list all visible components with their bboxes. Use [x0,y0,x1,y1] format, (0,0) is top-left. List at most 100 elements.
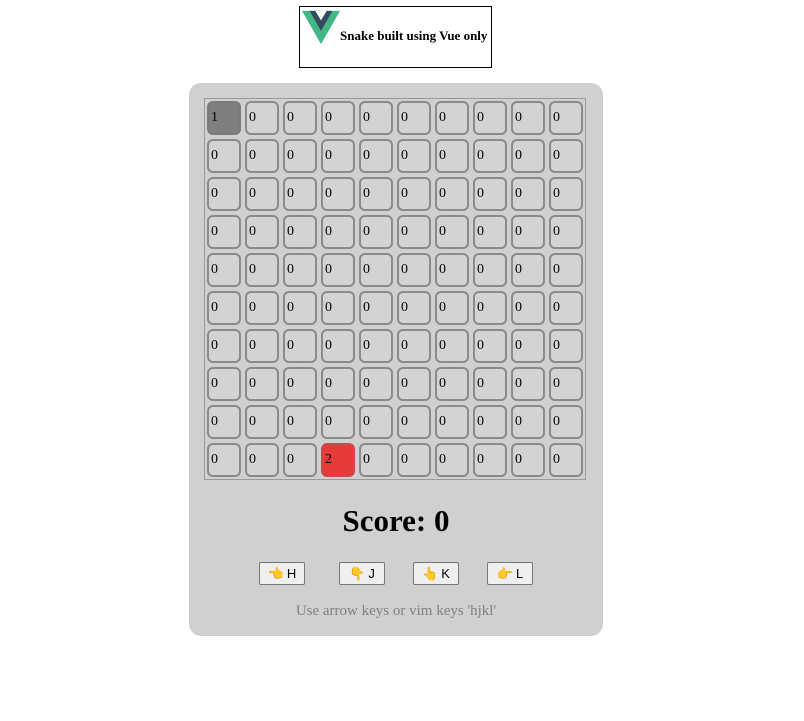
board-cell: 0 [511,101,545,135]
board-cell: 0 [473,443,507,477]
board-cell: 0 [359,405,393,439]
hand-down-icon: 👇 [349,566,366,581]
board-cell: 0 [321,215,355,249]
board-cell: 0 [245,443,279,477]
board-cell: 0 [359,367,393,401]
board-cell: 0 [245,329,279,363]
board-cell: 0 [397,291,431,325]
board-cell: 0 [397,101,431,135]
board-cell: 0 [359,177,393,211]
board-cell: 0 [435,329,469,363]
board-cell: 0 [397,215,431,249]
board-cell: 0 [321,253,355,287]
board-cell: 0 [245,253,279,287]
board-cell: 0 [397,367,431,401]
board-cell: 0 [549,405,583,439]
move-h-button[interactable]: 👈 H [259,562,305,585]
board-cell: 0 [397,405,431,439]
board-cell: 0 [245,405,279,439]
board-cell: 0 [473,253,507,287]
board-cell: 0 [283,367,317,401]
board-cell: 0 [359,443,393,477]
board-cell: 0 [397,139,431,173]
board-cell: 0 [283,443,317,477]
board-cell: 0 [359,139,393,173]
board-cell: 0 [435,367,469,401]
board-cell: 0 [511,367,545,401]
board-cell: 0 [435,215,469,249]
board-cell: 0 [511,177,545,211]
board-cell: 0 [245,291,279,325]
board-cell: 0 [321,405,355,439]
board-cell: 0 [245,139,279,173]
board-cell: 0 [245,101,279,135]
board-cell: 0 [435,443,469,477]
board-cell: 0 [321,291,355,325]
board-cell: 0 [283,329,317,363]
board-cell: 0 [473,215,507,249]
board-cell: 0 [435,177,469,211]
board-cell: 0 [435,101,469,135]
board-cell: 0 [435,405,469,439]
instructions-hint: Use arrow keys or vim keys 'hjkl' [295,603,497,619]
move-k-button[interactable]: 👆 K [413,562,459,585]
board-cell: 0 [245,177,279,211]
board-cell: 0 [549,291,583,325]
move-l-button[interactable]: 👉 L [487,562,533,585]
board-cell: 0 [359,101,393,135]
move-j-button[interactable]: 👇 J [339,562,385,585]
board-cell: 0 [283,215,317,249]
board-cell: 0 [511,253,545,287]
board-cell: 0 [283,291,317,325]
board-cell: 0 [473,139,507,173]
board-cell: 0 [549,101,583,135]
board-cell: 0 [511,443,545,477]
board-cell: 0 [511,329,545,363]
board-cell: 0 [321,177,355,211]
board-cell: 0 [359,329,393,363]
board-cell: 0 [397,329,431,363]
food-cell: 2 [321,443,355,477]
game-board: 1000000000000000000000000000000000000000… [204,98,586,480]
board-cell: 0 [549,139,583,173]
board-cell: 0 [397,443,431,477]
board-cell: 0 [549,253,583,287]
board-cell: 0 [207,177,241,211]
board-cell: 0 [435,139,469,173]
button-label: J [368,566,375,581]
board-cell: 0 [283,177,317,211]
hand-right-icon: 👉 [496,566,513,581]
board-cell: 0 [473,101,507,135]
board-cell: 0 [511,215,545,249]
vue-logo-icon [302,10,340,45]
board-cell: 0 [359,291,393,325]
board-cell: 0 [549,329,583,363]
button-label: L [515,566,524,581]
board-cell: 0 [473,291,507,325]
board-cell: 0 [283,139,317,173]
board-cell: 0 [245,367,279,401]
snake-cell: 1 [207,101,241,135]
game-panel: 1000000000000000000000000000000000000000… [189,83,603,636]
board-cell: 0 [473,405,507,439]
hand-up-icon: 👆 [422,566,439,581]
board-cell: 0 [321,139,355,173]
board-cell: 0 [473,329,507,363]
board-cell: 0 [207,405,241,439]
button-label: K [441,566,450,581]
board-cell: 0 [207,367,241,401]
board-cell: 0 [207,291,241,325]
board-cell: 0 [207,215,241,249]
board-cell: 0 [321,329,355,363]
board-cell: 0 [397,177,431,211]
board-cell: 0 [435,291,469,325]
board-cell: 0 [549,215,583,249]
board-cell: 0 [321,367,355,401]
board-cell: 0 [207,443,241,477]
board-cell: 0 [283,101,317,135]
board-cell: 0 [245,215,279,249]
board-cell: 0 [283,253,317,287]
board-cell: 0 [207,139,241,173]
board-cell: 0 [283,405,317,439]
board-cell: 0 [359,253,393,287]
